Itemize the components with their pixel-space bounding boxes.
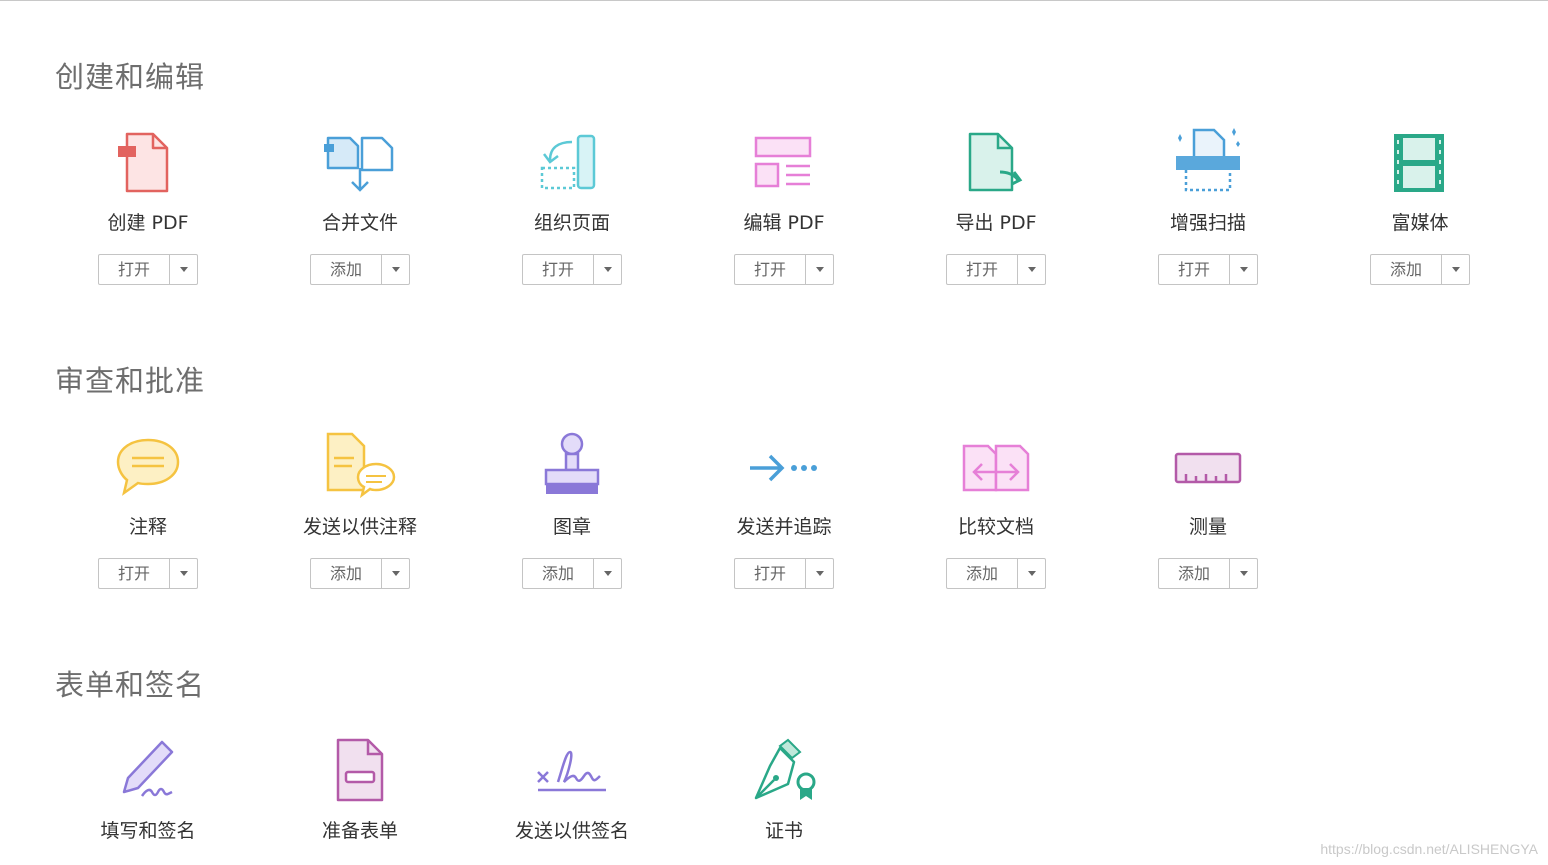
tool-label: 发送以供注释 [302, 516, 417, 538]
rich-media-icon [1380, 124, 1460, 204]
add-button[interactable]: 添加 [310, 558, 410, 589]
tool-label: 发送并追踪 [736, 516, 832, 538]
button-label[interactable]: 添加 [311, 255, 382, 284]
tool-label: 创建 PDF [107, 212, 189, 234]
section-title-forms-signatures: 表单和签名 [55, 668, 206, 702]
certificates-icon [744, 732, 824, 812]
add-button[interactable]: 添加 [522, 558, 622, 589]
section-title-create-edit: 创建和编辑 [55, 60, 206, 94]
open-button[interactable]: 打开 [98, 254, 198, 285]
combine-files-icon [320, 124, 400, 204]
tool-label: 填写和签名 [100, 820, 196, 842]
button-label[interactable]: 添加 [947, 559, 1018, 588]
organize-pages-icon [532, 124, 612, 204]
dropdown-arrow-icon[interactable] [170, 559, 197, 588]
button-label[interactable]: 添加 [311, 559, 382, 588]
dropdown-arrow-icon[interactable] [1442, 255, 1469, 284]
dropdown-arrow-icon[interactable] [170, 255, 197, 284]
tool-label: 发送以供签名 [514, 820, 629, 842]
open-button[interactable]: 打开 [734, 254, 834, 285]
dropdown-arrow-icon[interactable] [1018, 559, 1045, 588]
button-label[interactable]: 打开 [735, 559, 806, 588]
add-button[interactable]: 添加 [310, 254, 410, 285]
tool-label: 准备表单 [321, 820, 398, 842]
tool-label: 编辑 PDF [743, 212, 825, 234]
send-and-track-icon [744, 428, 824, 508]
add-button[interactable]: 添加 [1158, 558, 1258, 589]
button-label[interactable]: 打开 [947, 255, 1018, 284]
export-pdf-icon [956, 124, 1036, 204]
button-label[interactable]: 添加 [1159, 559, 1230, 588]
dropdown-arrow-icon[interactable] [382, 255, 409, 284]
dropdown-arrow-icon[interactable] [806, 255, 833, 284]
dropdown-arrow-icon[interactable] [594, 559, 621, 588]
enhance-scan-icon [1168, 124, 1248, 204]
open-button[interactable]: 打开 [946, 254, 1046, 285]
button-label[interactable]: 添加 [1371, 255, 1442, 284]
button-label[interactable]: 打开 [523, 255, 594, 284]
button-label[interactable]: 打开 [1159, 255, 1230, 284]
add-button[interactable]: 添加 [946, 558, 1046, 589]
tool-label: 图章 [552, 516, 591, 538]
watermark: https://blog.csdn.net/ALISHENGYA [1320, 841, 1538, 857]
dropdown-arrow-icon[interactable] [806, 559, 833, 588]
dropdown-arrow-icon[interactable] [594, 255, 621, 284]
tool-label: 测量 [1188, 516, 1227, 538]
open-button[interactable]: 打开 [734, 558, 834, 589]
tool-label: 证书 [764, 820, 803, 842]
send-for-signature-icon [532, 732, 612, 812]
tool-label: 比较文档 [957, 516, 1034, 538]
measure-icon [1168, 428, 1248, 508]
top-border [0, 0, 1548, 1]
open-button[interactable]: 打开 [98, 558, 198, 589]
open-button[interactable]: 打开 [522, 254, 622, 285]
button-label[interactable]: 添加 [523, 559, 594, 588]
tool-label: 富媒体 [1391, 212, 1449, 234]
fill-and-sign-icon [108, 732, 188, 812]
send-for-comments-icon [320, 428, 400, 508]
compare-documents-icon [956, 428, 1036, 508]
tool-label: 组织页面 [533, 212, 610, 234]
comment-icon [108, 428, 188, 508]
dropdown-arrow-icon[interactable] [382, 559, 409, 588]
tool-label: 合并文件 [321, 212, 398, 234]
tool-label: 导出 PDF [955, 212, 1037, 234]
section-title-review-approve: 审查和批准 [55, 364, 206, 398]
prepare-form-icon [320, 732, 400, 812]
open-button[interactable]: 打开 [1158, 254, 1258, 285]
dropdown-arrow-icon[interactable] [1018, 255, 1045, 284]
button-label[interactable]: 打开 [735, 255, 806, 284]
stamp-icon [532, 428, 612, 508]
tool-label: 注释 [128, 516, 167, 538]
dropdown-arrow-icon[interactable] [1230, 559, 1257, 588]
tool-label: 增强扫描 [1169, 212, 1246, 234]
dropdown-arrow-icon[interactable] [1230, 255, 1257, 284]
button-label[interactable]: 打开 [99, 255, 170, 284]
button-label[interactable]: 打开 [99, 559, 170, 588]
edit-pdf-icon [744, 124, 824, 204]
add-button[interactable]: 添加 [1370, 254, 1470, 285]
create-pdf-icon [108, 124, 188, 204]
